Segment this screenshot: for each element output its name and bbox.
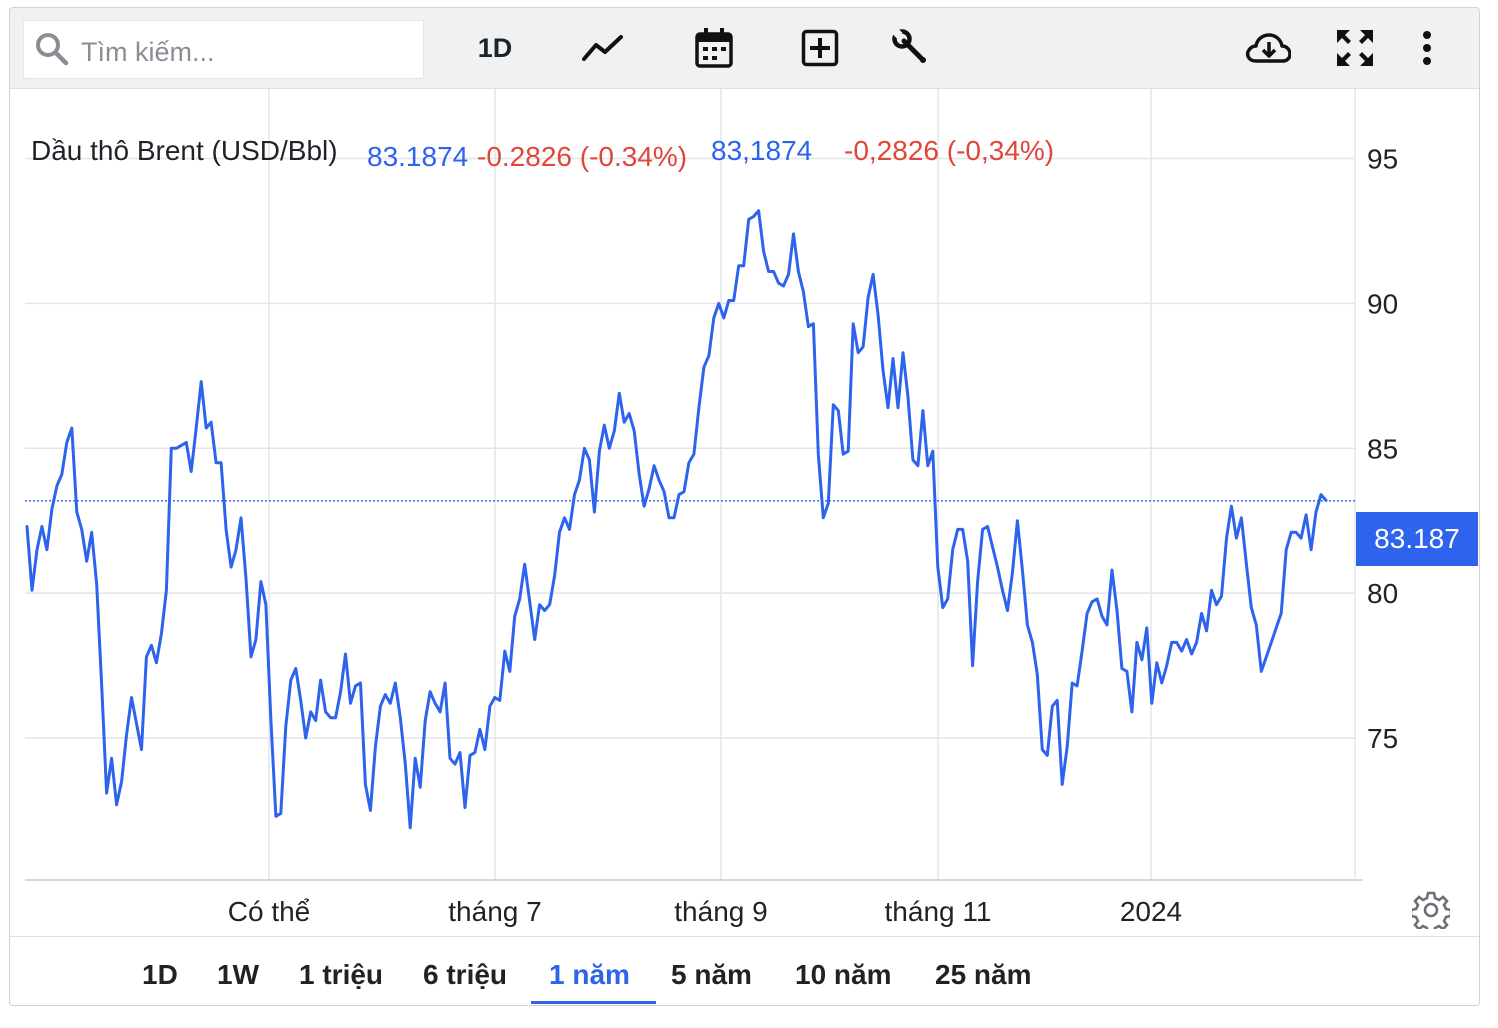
add-indicator-button[interactable] xyxy=(795,22,845,74)
cloud-download-icon xyxy=(1245,33,1291,63)
calendar-icon xyxy=(695,28,733,68)
legend-value-alt: 83,1874 xyxy=(711,135,813,166)
chart-area[interactable]: 95 90 85 80 75 Có thể tháng 7 tháng 9 tháng 11 2… xyxy=(10,89,1479,935)
chart-type-button[interactable] xyxy=(578,22,628,74)
y-tick-label: 85 xyxy=(1367,433,1398,464)
last-price-tag: 83.187 xyxy=(1356,512,1478,566)
range-1m[interactable]: 1 triệu xyxy=(299,959,383,991)
legend-series-name: Dầu thô Brent (USD/Bbl) xyxy=(31,135,338,166)
line-chart-icon xyxy=(582,35,623,61)
date-range-button[interactable] xyxy=(689,22,739,74)
legend-change: -0.2826 (-0.34%) xyxy=(477,141,688,172)
y-tick-label: 90 xyxy=(1367,288,1398,319)
x-tick-label: 2024 xyxy=(1120,896,1182,927)
search-box[interactable]: Tìm kiếm... xyxy=(23,20,424,79)
legend-value: 83.1874 xyxy=(367,141,469,172)
interval-label: 1D xyxy=(477,32,513,63)
fullscreen-icon xyxy=(1337,30,1373,66)
range-1d[interactable]: 1D xyxy=(142,959,178,991)
range-selector: 1D 1W 1 triệu 6 triệu 1 năm 5 năm 10 năm… xyxy=(10,936,1479,1005)
y-tick-label: 75 xyxy=(1367,723,1398,754)
range-1w[interactable]: 1W xyxy=(217,959,259,991)
search-icon xyxy=(36,33,69,66)
more-vertical-icon xyxy=(1423,31,1431,65)
y-tick-label: 80 xyxy=(1367,578,1398,609)
y-tick-label: 95 xyxy=(1367,144,1398,175)
tools-button[interactable] xyxy=(886,22,936,74)
range-6m[interactable]: 6 triệu xyxy=(423,959,507,991)
x-tick-label: tháng 11 xyxy=(885,896,992,927)
download-button[interactable] xyxy=(1242,22,1294,74)
price-chart[interactable]: 95 90 85 80 75 Có thể tháng 7 tháng 9 tháng 11 2… xyxy=(10,89,1479,935)
chart-widget: Tìm kiếm... 1D 95 90 85 80 75 Có thể thá… xyxy=(9,7,1480,1006)
fullscreen-button[interactable] xyxy=(1330,22,1380,74)
range-5y[interactable]: 5 năm xyxy=(671,959,752,991)
range-25y[interactable]: 25 năm xyxy=(935,959,1032,991)
interval-button[interactable]: 1D xyxy=(465,22,525,74)
search-input[interactable]: Tìm kiếm... xyxy=(81,37,215,68)
x-tick-label: tháng 9 xyxy=(674,896,767,927)
add-box-icon xyxy=(801,29,839,67)
x-tick-label: tháng 7 xyxy=(448,896,541,927)
settings-gear-icon[interactable] xyxy=(1412,891,1450,929)
active-range-indicator xyxy=(531,1001,656,1004)
wrench-icon xyxy=(892,29,926,63)
range-1y[interactable]: 1 năm xyxy=(549,959,630,991)
range-10y[interactable]: 10 năm xyxy=(795,959,892,991)
x-tick-label: Có thể xyxy=(228,896,311,927)
toolbar: Tìm kiếm... 1D xyxy=(10,8,1479,89)
more-options-button[interactable] xyxy=(1410,22,1444,74)
legend-change-alt: -0,2826 (-0,34%) xyxy=(844,135,1055,166)
